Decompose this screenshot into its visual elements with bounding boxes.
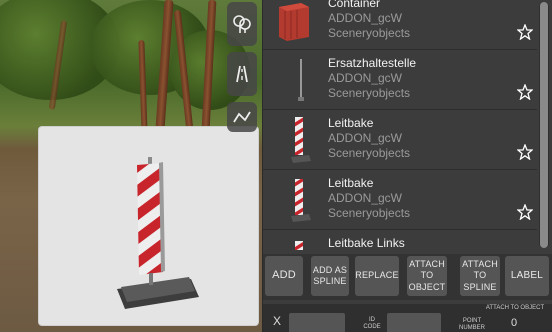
id-code-label: ID code	[363, 317, 381, 330]
point-number-label: Point number	[459, 318, 486, 331]
spline-tool-button[interactable]	[227, 102, 257, 132]
coordinate-bar: X ID code Point number Attach to object …	[263, 304, 552, 332]
star-icon[interactable]	[517, 84, 533, 100]
add-button[interactable]: Add	[265, 256, 303, 296]
item-addon: ADDON_gcW	[328, 71, 403, 85]
beacon-preview-image	[117, 157, 199, 309]
list-scrollbar[interactable]	[539, 2, 549, 248]
item-name: Container	[328, 0, 381, 10]
spline-icon	[233, 111, 251, 123]
list-item[interactable]: Ersatzhaltestelle ADDON_gcW Sceneryobjec…	[263, 50, 537, 110]
star-icon[interactable]	[517, 144, 533, 160]
item-addon: ADDON_gcW	[328, 11, 403, 25]
list-item[interactable]: Leitbake ADDON_gcW Sceneryobjects	[263, 170, 537, 230]
item-name: Leitbake Links	[328, 236, 405, 250]
attach-to-object-value: 0	[511, 317, 518, 329]
action-buttons: Add Add as spline Replace Attach to obje…	[263, 254, 552, 300]
x-input[interactable]	[289, 313, 345, 332]
beacon-thumbnail	[291, 179, 311, 222]
item-category: Sceneryobjects	[328, 26, 411, 40]
item-category: Sceneryobjects	[328, 86, 411, 100]
scrollbar-thumb[interactable]	[540, 2, 548, 248]
item-name: Leitbake	[328, 176, 374, 190]
list-item[interactable]: Leitbake ADDON_gcW Sceneryobjects	[263, 110, 537, 170]
item-category: Sceneryobjects	[328, 146, 411, 160]
stop-pole-thumbnail	[298, 59, 304, 101]
list-item[interactable]: Container ADDON_gcW Sceneryobjects	[263, 0, 537, 50]
add-as-spline-button[interactable]: Add as spline	[311, 256, 349, 296]
beacon-thumbnail	[295, 241, 303, 250]
tree-tool-button[interactable]	[227, 2, 257, 46]
star-icon[interactable]	[517, 204, 533, 220]
beacon-thumbnail	[291, 117, 311, 163]
attach-to-spline-button[interactable]: Attach to spline	[460, 256, 500, 296]
replace-button[interactable]: Replace	[355, 256, 399, 296]
label-button[interactable]: Label	[505, 256, 549, 296]
tree-icon	[233, 15, 251, 33]
item-addon: ADDON_gcW	[328, 131, 403, 145]
tool-strip	[226, 0, 258, 135]
x-label: X	[273, 314, 282, 328]
item-addon: ADDON_gcW	[328, 191, 403, 205]
list-item[interactable]: Leitbake Links	[263, 230, 537, 250]
item-category: Sceneryobjects	[328, 206, 411, 220]
item-name: Ersatzhaltestelle	[328, 56, 417, 70]
star-icon[interactable]	[517, 24, 533, 40]
road-tool-button[interactable]	[227, 52, 257, 96]
object-list: Container ADDON_gcW Sceneryobjects Ersat…	[263, 0, 537, 250]
id-code-input[interactable]	[387, 313, 441, 332]
road-icon	[236, 65, 248, 83]
object-browser-panel: Container ADDON_gcW Sceneryobjects Ersat…	[262, 0, 552, 332]
object-preview	[38, 126, 259, 326]
container-thumbnail	[279, 3, 309, 41]
item-name: Leitbake	[328, 116, 374, 130]
attach-to-object-label: Attach to object	[485, 305, 545, 311]
attach-to-object-button[interactable]: Attach to object	[407, 256, 447, 296]
